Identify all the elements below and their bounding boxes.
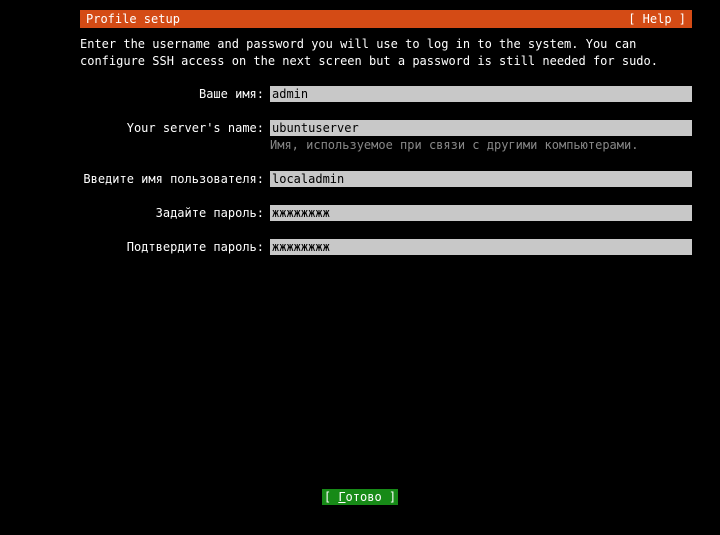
label-confirm: Подтвердите пароль: [80,239,270,255]
form-body: Enter the username and password you will… [80,36,692,255]
row-password: Задайте пароль: жжжжжжжж [80,205,692,221]
label-name: Ваше имя: [80,86,270,102]
hint-server: Имя, используемое при связи с другими ко… [270,137,692,153]
input-password[interactable]: жжжжжжжж [270,205,692,221]
done-hotkey: Г [338,490,345,504]
done-button[interactable]: [ Готово ] [322,489,398,505]
input-name[interactable]: admin [270,86,692,102]
label-username: Введите имя пользователя: [80,171,270,187]
row-server: Your server's name: ubuntuserver Имя, ис… [80,120,692,153]
description-text: Enter the username and password you will… [80,36,692,70]
help-button[interactable]: [ Help ] [628,12,692,26]
footer: [ Готово ] [0,489,720,505]
input-confirm[interactable]: жжжжжжжж [270,239,692,255]
installer-header: Profile setup [ Help ] [80,10,692,28]
done-rest: отово ] [346,490,397,504]
label-password: Задайте пароль: [80,205,270,221]
row-confirm: Подтвердите пароль: жжжжжжжж [80,239,692,255]
done-prefix: [ [324,490,338,504]
page-title: Profile setup [80,12,180,26]
row-name: Ваше имя: admin [80,86,692,102]
row-username: Введите имя пользователя: localadmin [80,171,692,187]
label-server: Your server's name: [80,120,270,136]
input-username[interactable]: localadmin [270,171,692,187]
input-server[interactable]: ubuntuserver [270,120,692,136]
